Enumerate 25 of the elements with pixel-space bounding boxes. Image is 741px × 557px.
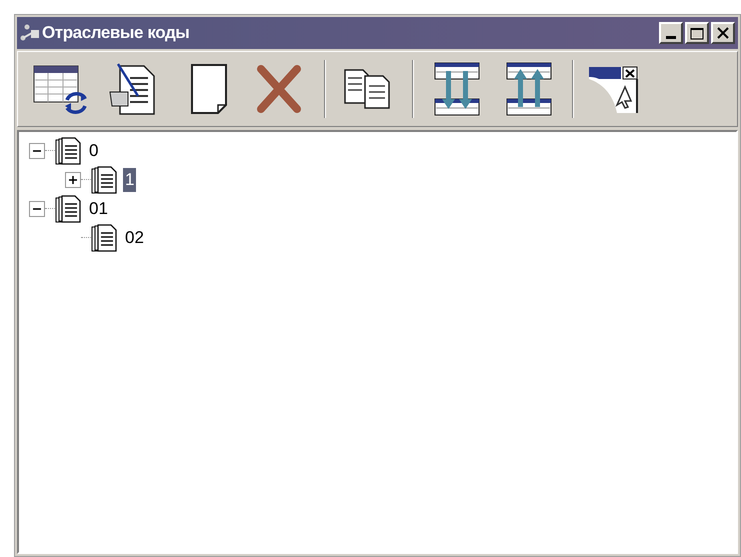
maximize-button[interactable] bbox=[685, 22, 709, 44]
collapse-toggle[interactable] bbox=[29, 200, 45, 216]
document-stack-icon bbox=[91, 224, 117, 252]
tables-down-arrows-icon bbox=[434, 61, 480, 117]
maximize-icon bbox=[690, 26, 704, 40]
app-icon bbox=[20, 24, 40, 42]
collapse-toggle[interactable] bbox=[29, 142, 45, 158]
document-stack-icon bbox=[55, 136, 81, 164]
tree-item[interactable]: 0 bbox=[87, 138, 100, 162]
blank-page-icon bbox=[190, 63, 228, 115]
hand-document-icon bbox=[108, 62, 158, 116]
close-icon bbox=[717, 27, 729, 39]
tree-item[interactable]: 1 bbox=[123, 168, 136, 192]
document-stack-icon bbox=[91, 166, 117, 194]
document-stack-icon bbox=[55, 194, 81, 222]
expand-toggle[interactable] bbox=[65, 172, 81, 188]
close-button[interactable] bbox=[711, 22, 735, 44]
minimize-icon bbox=[666, 36, 676, 39]
minimize-button[interactable] bbox=[659, 22, 683, 44]
tree-item[interactable]: 02 bbox=[123, 226, 146, 250]
delete-icon bbox=[256, 65, 302, 113]
copy-icon bbox=[343, 68, 391, 110]
tree-item[interactable]: 01 bbox=[87, 196, 110, 220]
window-title: Отраслевые коды bbox=[42, 22, 190, 44]
tables-up-arrows-icon bbox=[506, 61, 552, 117]
